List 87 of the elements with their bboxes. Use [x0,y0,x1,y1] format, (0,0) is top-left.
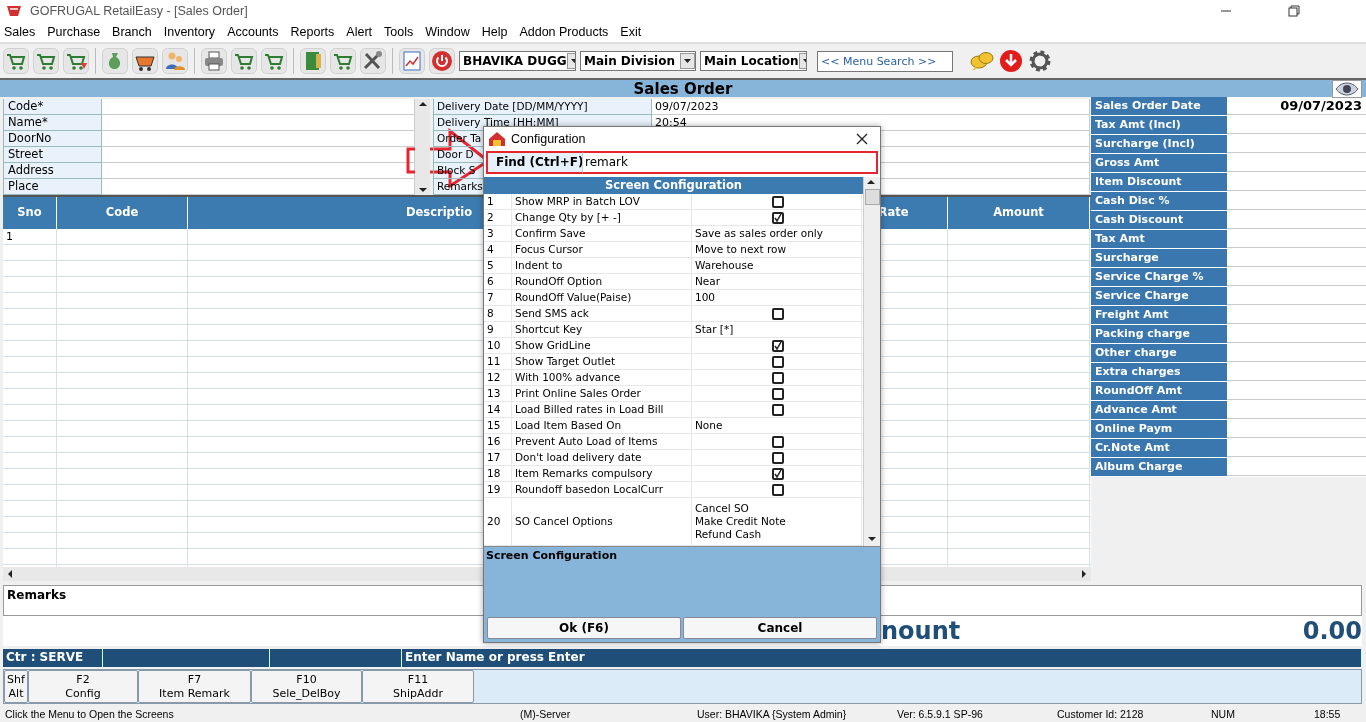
summary-label: Packing charge [1091,325,1227,343]
setting-name: Send SMS ack [515,306,589,321]
row-number: 11 [487,354,501,369]
status-text: (M)-Server [520,708,572,722]
setting-name: SO Cancel Options [515,514,613,529]
setting-name: RoundOff Option [515,274,603,289]
row-number: 3 [487,226,494,241]
setting-name: Print Online Sales Order [515,386,641,401]
row-number: 5 [487,258,494,273]
summary-label: Cash Disc % [1091,192,1227,210]
field-label: DoorNo [3,131,102,147]
setting-name: Don't load delivery date [515,450,642,465]
status-text: Click the Menu to Open the Screens [4,708,175,722]
row-number: 19 [487,482,501,497]
field-label: Code* [3,99,102,115]
summary-label: Item Discount [1091,173,1227,191]
status-text: Ctr : SERVE [3,649,103,667]
row-number: 13 [487,386,501,401]
field-label: Delivery Date [DD/MM/YYYY] [433,99,652,115]
row-number: 20 [487,514,501,529]
total-value: 0.00 [1302,616,1362,646]
dialog-title: Configuration [511,131,586,147]
summary-label: Surcharge [1091,249,1227,267]
row-number: 1 [487,194,494,209]
row-number: 9 [487,322,494,337]
setting-name: Prevent Auto Load of Items [515,434,658,449]
setting-name: Roundoff basedon LocalCurr [515,482,663,497]
status-text: 18:55 [1314,708,1341,722]
row-number: 4 [487,242,494,257]
summary-label: Tax Amt (Incl) [1091,116,1227,134]
summary-label: Service Charge [1091,287,1227,305]
summary-label: Cash Discount [1091,211,1227,229]
table-cell: 1 [3,229,57,244]
setting-name: Show MRP in Batch LOV [515,194,640,209]
summary-label: Sales Order Date [1091,97,1227,115]
setting-name: Shortcut Key [515,322,583,337]
row-number: 18 [487,466,501,481]
total-label: nount [881,616,962,646]
setting-name: Change Qty by [+ -] [515,210,621,225]
status-text: User: BHAVIKA {System Admin} [697,708,848,722]
modifier-label: Shf Alt [4,670,28,703]
column-header: Screen Configuration [484,177,863,194]
summary-label: Freight Amt [1091,306,1227,324]
row-number: 14 [487,402,501,417]
summary-label: Cr.Note Amt [1091,439,1227,457]
field-label: Street [3,147,102,163]
summary-label: Online Paym [1091,420,1227,438]
row-number: 15 [487,418,501,433]
form-title: Sales Order [633,79,733,98]
summary-label: RoundOff Amt [1091,382,1227,400]
summary-label: Gross Amt [1091,154,1227,172]
setting-name: Show GridLine [515,338,591,353]
summary-label: Advance Amt [1091,401,1227,419]
setting-name: With 100% advance [515,370,621,385]
setting-name: Show Target Outlet [515,354,616,369]
row-number: 2 [487,210,494,225]
summary-label: Album Charge [1091,458,1227,476]
description-text: Screen Configuration [484,547,880,615]
setting-name: Load Billed rates in Load Bill [515,402,664,417]
summary-label: Service Charge % [1091,268,1227,286]
setting-name: RoundOff Value(Paise) [515,290,632,305]
row-number: 7 [487,290,494,305]
row-number: 12 [487,370,501,385]
summary-label: Tax Amt [1091,230,1227,248]
setting-name: Confirm Save [515,226,586,241]
summary-label: Other charge [1091,344,1227,362]
summary-value: 09/07/2023 [1227,97,1366,115]
status-text: Enter Name or press Enter [402,649,1362,667]
window-title: GOFRUGAL RetailEasy - [Sales Order] [30,3,248,19]
row-number: 6 [487,274,494,289]
row-number: 10 [487,338,501,353]
field-label: Place [3,179,102,195]
field-label: Address [3,163,102,179]
field-label: Name* [3,115,102,131]
summary-label: Surcharge (Incl) [1091,135,1227,153]
row-number: 17 [487,450,501,465]
summary-label: Extra charges [1091,363,1227,381]
setting-name: Focus Cursor [515,242,583,257]
setting-name: Indent to [515,258,563,273]
setting-name: Load Item Based On [515,418,622,433]
status-text: Ver: 6.5.9.1 SP-96 [897,708,984,722]
row-number: 16 [487,434,501,449]
row-number: 8 [487,306,494,321]
setting-name: Item Remarks compulsory [515,466,653,481]
find-label: Find (Ctrl+F) [486,151,582,174]
status-text: NUM [1211,708,1236,722]
status-text: Customer Id: 2128 [1057,708,1145,722]
